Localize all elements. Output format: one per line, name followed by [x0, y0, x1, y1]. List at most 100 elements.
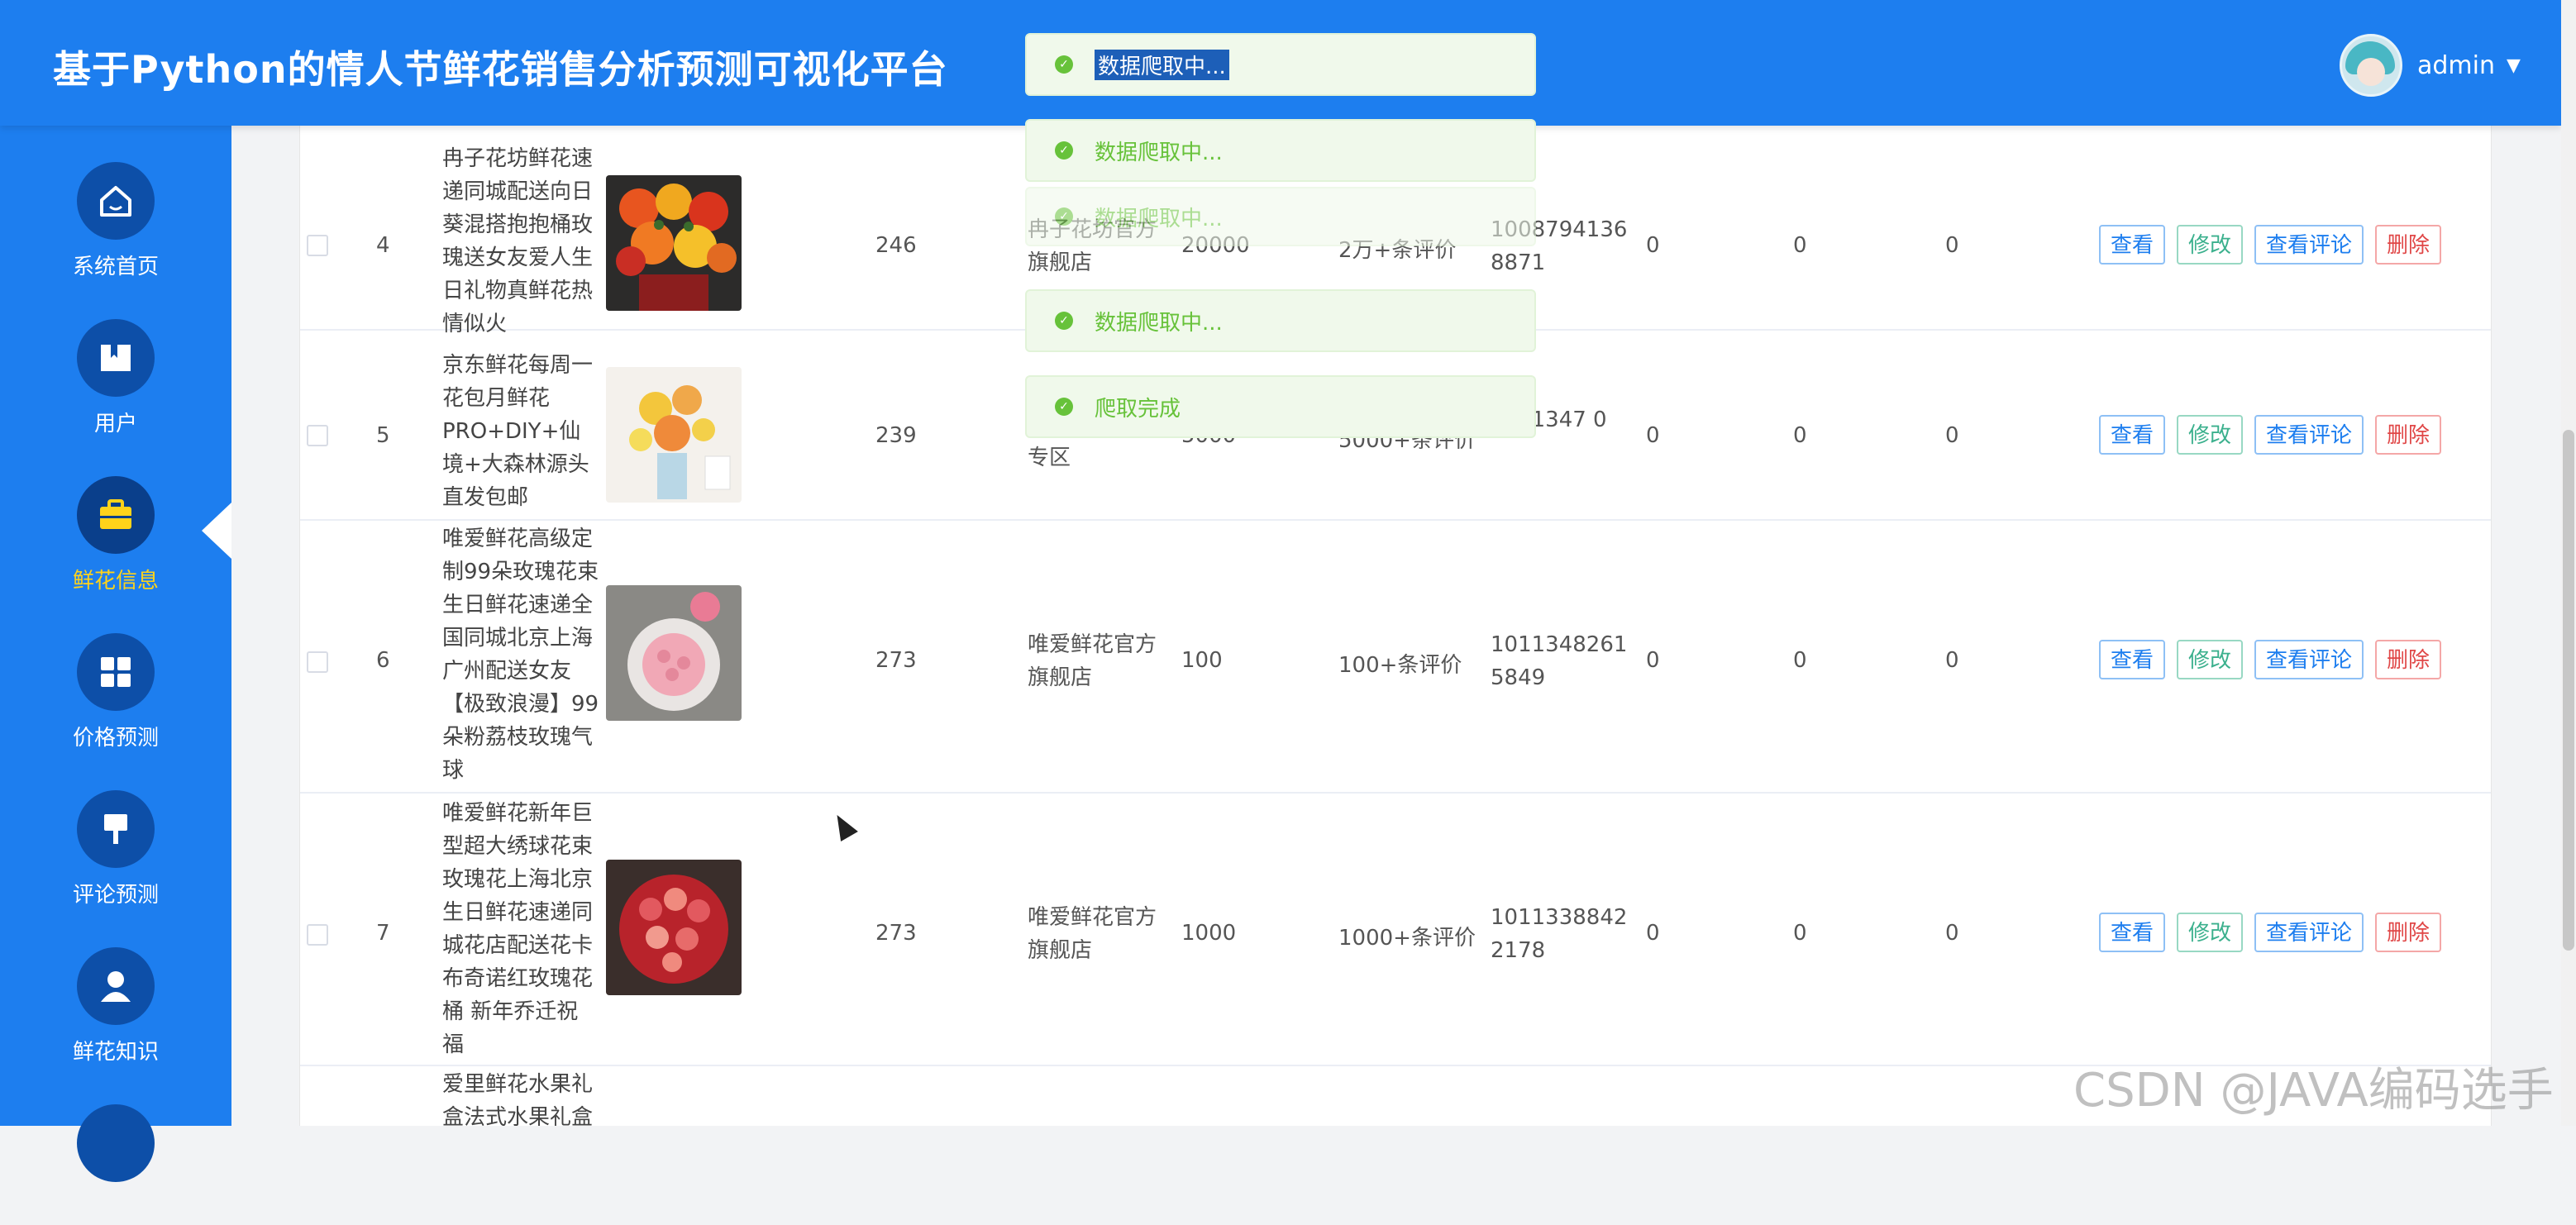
value-e: 0	[1793, 648, 1807, 673]
briefcase-icon	[77, 476, 155, 554]
product-id: 10113482615849	[1491, 632, 1628, 690]
sales-count: 1000	[1181, 921, 1237, 946]
value-e: 0	[1793, 921, 1807, 946]
sidebar-item-more[interactable]	[0, 1068, 231, 1225]
sidebar-item-flower-knowledge[interactable]: 鲜花知识	[0, 911, 231, 1068]
user-menu[interactable]: admin ▼	[2340, 34, 2521, 97]
row-checkbox[interactable]	[307, 924, 328, 946]
shop-name: 专区	[1028, 446, 1071, 470]
row-index: 5	[376, 423, 390, 448]
sidebar-item-flowers[interactable]: 鲜花信息	[0, 440, 231, 597]
clipboard-icon	[77, 1104, 155, 1182]
flower-number: 273	[875, 648, 917, 673]
success-check-icon: ✓	[1055, 55, 1073, 74]
row-actions: 查看 修改 查看评论 删除	[2099, 225, 2442, 265]
flower-name: 京东鲜花每周一花包月鲜花PRO+DIY+仙境+大森林源头直发包邮	[442, 353, 594, 510]
table-row: 6 唯爱鲜花高级定制99朵玫瑰花束生日鲜花速递全国同城北京上海广州配送女友【极致…	[300, 522, 2491, 794]
scrollbar-thumb[interactable]	[2563, 430, 2574, 951]
flower-table: 4 冉子花坊鲜花速递同城配送向日葵混搭抱抱桶玫瑰送女友爱人生日礼物真鲜花热情似火…	[299, 126, 2492, 1126]
view-comments-button[interactable]: 查看评论	[2254, 913, 2364, 952]
value-d: 0	[1646, 648, 1660, 673]
toast-message: ✓ 数据爬取中...	[1025, 187, 1536, 246]
row-checkbox[interactable]	[307, 235, 328, 256]
flower-number: 273	[875, 921, 917, 946]
flower-name: 冉子花坊鲜花速递同城配送向日葵混搭抱抱桶玫瑰送女友爱人生日礼物真鲜花热情似火	[442, 146, 594, 336]
sidebar-item-label: 系统首页	[72, 255, 159, 279]
sidebar-item-home[interactable]: 系统首页	[0, 126, 231, 283]
comment-count: 1000+条评价	[1338, 926, 1476, 951]
row-actions: 查看 修改 查看评论 删除	[2099, 640, 2442, 679]
value-d: 0	[1646, 423, 1660, 448]
shop-name: 唯爱鲜花官方旗舰店	[1028, 632, 1157, 690]
value-f: 0	[1945, 648, 1959, 673]
row-checkbox[interactable]	[307, 651, 328, 673]
toast-message: ✓ 数据爬取中...	[1025, 289, 1536, 352]
sidebar-item-users[interactable]: 用户	[0, 283, 231, 440]
sidebar-item-label: 鲜花知识	[72, 1040, 159, 1065]
shop-name: 唯爱鲜花官方旗舰店	[1028, 905, 1157, 963]
view-button[interactable]: 查看	[2099, 415, 2166, 455]
user-icon	[77, 947, 155, 1025]
delete-button[interactable]: 删除	[2375, 415, 2442, 455]
edit-button[interactable]: 修改	[2177, 225, 2244, 265]
row-actions: 查看 修改 查看评论 删除	[2099, 415, 2442, 455]
brush-icon	[77, 790, 155, 868]
success-check-icon: ✓	[1055, 398, 1073, 416]
bookmark-icon	[77, 319, 155, 397]
edit-button[interactable]: 修改	[2177, 913, 2244, 952]
view-comments-button[interactable]: 查看评论	[2254, 415, 2364, 455]
chevron-down-icon[interactable]: ▼	[2507, 55, 2521, 76]
sidebar: 系统首页 用户 鲜花信息 价格预测 评论预测 鲜花知识	[0, 126, 231, 1182]
flower-image	[606, 367, 742, 503]
value-d: 0	[1646, 233, 1660, 258]
table-row: 7 唯爱鲜花新年巨型超大绣球花束玫瑰花上海北京生日鲜花速递同城花店配送花卡布奇诺…	[300, 797, 2491, 1066]
app-title: 基于Python的情人节鲜花销售分析预测可视化平台	[53, 47, 948, 92]
success-check-icon: ✓	[1055, 207, 1073, 226]
delete-button[interactable]: 删除	[2375, 225, 2442, 265]
comment-count: 100+条评价	[1338, 653, 1462, 678]
delete-button[interactable]: 删除	[2375, 913, 2442, 952]
value-f: 0	[1945, 233, 1959, 258]
value-f: 0	[1945, 921, 1959, 946]
grid-icon	[77, 633, 155, 711]
row-index: 7	[376, 921, 390, 946]
toast-message: ✓ 数据爬取中...	[1025, 119, 1536, 182]
view-button[interactable]: 查看	[2099, 225, 2166, 265]
watermark: CSDN @JAVA编码选手	[2073, 1064, 2554, 1118]
value-d: 0	[1646, 921, 1660, 946]
row-index: 6	[376, 648, 390, 673]
sidebar-item-label: 评论预测	[72, 883, 159, 908]
flower-name: 唯爱鲜花高级定制99朵玫瑰花束生日鲜花速递全国同城北京上海广州配送女友【极致浪漫…	[442, 527, 599, 783]
edit-button[interactable]: 修改	[2177, 415, 2244, 455]
avatar[interactable]	[2340, 34, 2402, 97]
view-comments-button[interactable]: 查看评论	[2254, 640, 2364, 679]
flower-image	[606, 175, 742, 311]
home-icon	[77, 162, 155, 240]
view-comments-button[interactable]: 查看评论	[2254, 225, 2364, 265]
row-index: 4	[376, 233, 390, 258]
value-f: 0	[1945, 423, 1959, 448]
product-id: 10113388422178	[1491, 905, 1628, 963]
flower-image	[606, 860, 742, 995]
active-indicator	[202, 503, 231, 559]
flower-name: 唯爱鲜花新年巨型超大绣球花束玫瑰花上海北京生日鲜花速递同城花店配送花卡布奇诺红玫…	[442, 801, 594, 1057]
flower-name: 爱里鲜花水果礼盒法式水果礼盒	[442, 1072, 594, 1126]
delete-button[interactable]: 删除	[2375, 640, 2442, 679]
sidebar-item-label: 鲜花信息	[72, 569, 159, 593]
sales-count: 100	[1181, 648, 1223, 673]
edit-button[interactable]: 修改	[2177, 640, 2244, 679]
toast-message: ✓ 爬取完成	[1025, 375, 1536, 438]
view-button[interactable]: 查看	[2099, 913, 2166, 952]
sidebar-item-comment-prediction[interactable]: 评论预测	[0, 754, 231, 911]
flower-number: 239	[875, 423, 917, 448]
success-check-icon: ✓	[1055, 141, 1073, 160]
username[interactable]: admin	[2417, 51, 2495, 80]
view-button[interactable]: 查看	[2099, 640, 2166, 679]
row-actions: 查看 修改 查看评论 删除	[2099, 913, 2442, 952]
toast-message: ✓ 数据爬取中...	[1025, 33, 1536, 96]
flower-image	[606, 585, 742, 721]
row-checkbox[interactable]	[307, 425, 328, 446]
value-e: 0	[1793, 233, 1807, 258]
sidebar-item-price-prediction[interactable]: 价格预测	[0, 597, 231, 754]
success-check-icon: ✓	[1055, 312, 1073, 330]
